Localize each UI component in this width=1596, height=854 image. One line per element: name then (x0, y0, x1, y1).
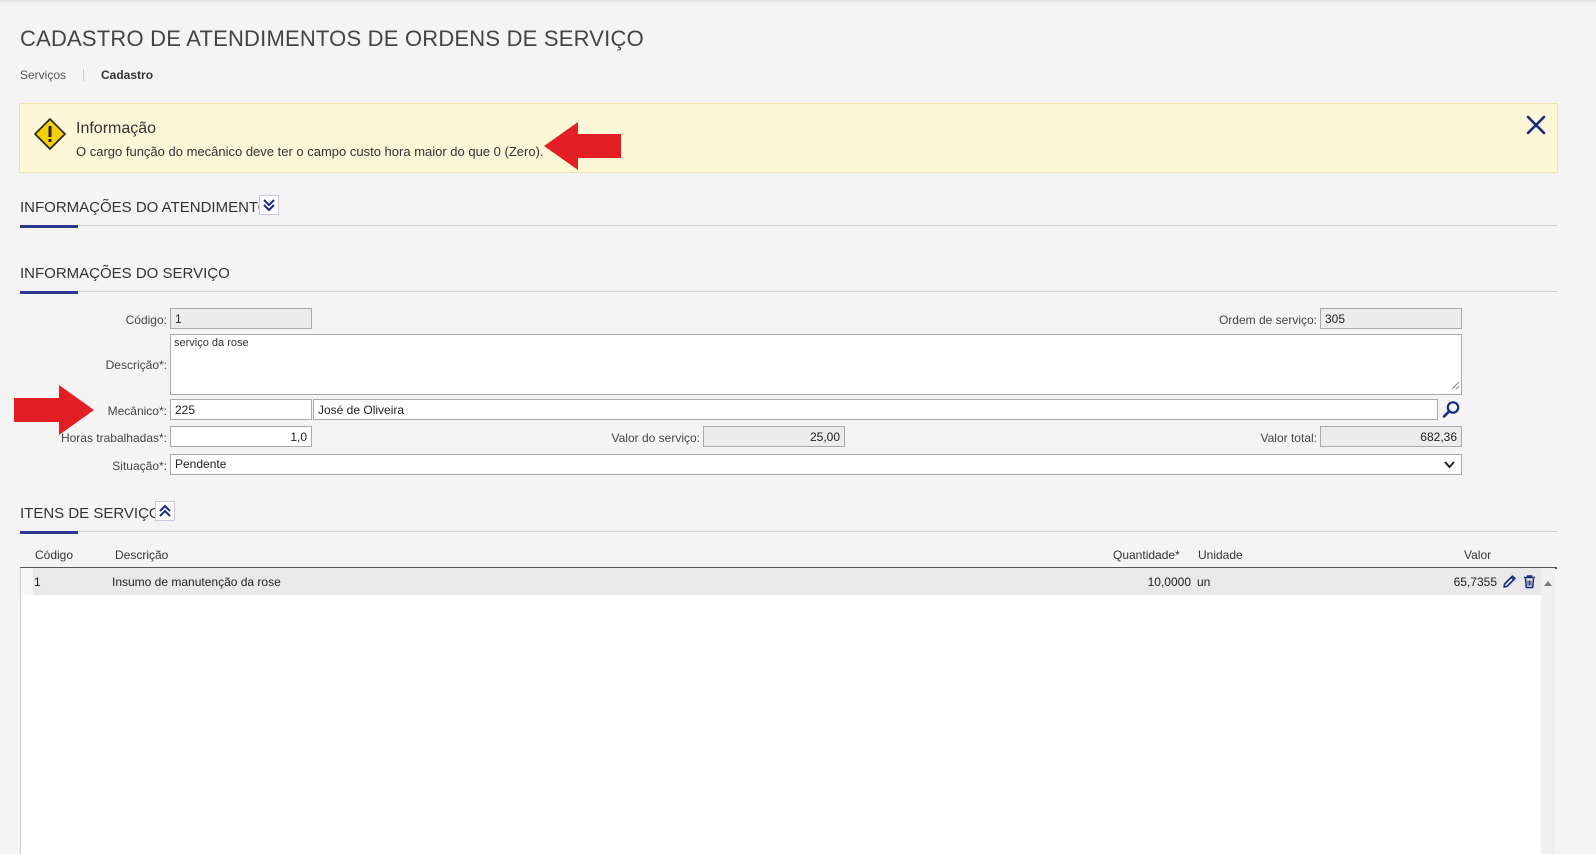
trash-icon[interactable] (1522, 574, 1537, 592)
row-indicator (21, 568, 33, 595)
codigo-field (170, 308, 312, 329)
page-title: CADASTRO DE ATENDIMENTOS DE ORDENS DE SE… (20, 26, 644, 51)
cell-codigo: 1 (34, 575, 41, 589)
info-alert: Informação O cargo função do mecânico de… (19, 103, 1558, 173)
expand-atendimento-button[interactable] (259, 195, 279, 215)
cell-valor: 65,7355 (1453, 575, 1497, 589)
resize-grip-icon[interactable] (1450, 380, 1460, 393)
table-scrollbar[interactable] (1541, 568, 1555, 854)
alert-message: O cargo função do mecânico deve ter o ca… (76, 144, 544, 159)
collapse-itens-button[interactable] (155, 501, 175, 521)
search-icon[interactable] (1442, 400, 1461, 424)
valor-total-label: Valor total: (1260, 431, 1317, 445)
warning-icon (34, 118, 66, 155)
red-arrow-annotation (544, 122, 622, 175)
section-itens-title: ITENS DE SERVIÇO (20, 505, 161, 522)
section-accent (20, 291, 78, 294)
breadcrumb-separator (83, 69, 85, 81)
valor-servico-field (703, 426, 845, 447)
situacao-value: Pendente (175, 457, 227, 471)
situacao-label: Situação*: (112, 459, 167, 473)
col-codigo[interactable]: Código (35, 548, 73, 562)
descricao-label: Descrição*: (105, 358, 167, 372)
breadcrumb-servicos[interactable]: Serviços (20, 68, 66, 82)
edit-icon[interactable] (1502, 574, 1517, 592)
breadcrumb: Serviços Cadastro (20, 68, 153, 82)
mecanico-code-input[interactable] (170, 399, 312, 420)
close-icon[interactable] (1525, 114, 1547, 136)
horas-input[interactable] (170, 426, 312, 447)
ordem-servico-label: Ordem de serviço: (1218, 313, 1317, 327)
mecanico-name-input[interactable] (313, 399, 1438, 420)
valor-total-field (1320, 426, 1462, 447)
ordem-servico-field (1320, 308, 1462, 329)
section-servico: INFORMAÇÕES DO SERVIÇO (20, 265, 1557, 294)
col-quantidade[interactable]: Quantidade* (1113, 548, 1180, 562)
descricao-text: serviço da rose (174, 337, 249, 349)
cell-unidade: un (1197, 575, 1211, 589)
cell-descricao: Insumo de manutenção da rose (112, 575, 281, 589)
items-table-header: Código Descrição Quantidade* Unidade Val… (20, 543, 1557, 569)
cell-quantidade: 10,0000 (1147, 575, 1191, 589)
scroll-up-icon[interactable] (1544, 573, 1552, 591)
double-chevron-up-icon (159, 504, 171, 517)
items-table-body: 1 Insumo de manutenção da rose 10,0000 u… (20, 568, 1542, 854)
valor-servico-label: Valor do serviço: (611, 431, 700, 445)
horas-label: Horas trabalhadas*: (60, 431, 167, 445)
col-descricao[interactable]: Descrição (115, 548, 168, 562)
mecanico-label: Mecânico*: (107, 404, 167, 418)
double-chevron-down-icon (263, 199, 275, 212)
col-valor[interactable]: Valor (1464, 548, 1491, 562)
breadcrumb-cadastro: Cadastro (101, 68, 154, 82)
section-accent (20, 225, 78, 228)
section-atendimento: INFORMAÇÕES DO ATENDIMENTO (20, 195, 1557, 228)
col-unidade[interactable]: Unidade (1198, 548, 1243, 562)
codigo-label: Código: (125, 313, 167, 327)
alert-title: Informação (76, 120, 157, 137)
section-accent (20, 531, 78, 534)
table-row[interactable]: 1 Insumo de manutenção da rose 10,0000 u… (21, 568, 1542, 595)
chevron-down-icon (1444, 459, 1455, 473)
section-atendimento-title: INFORMAÇÕES DO ATENDIMENTO (20, 199, 270, 216)
situacao-select[interactable]: Pendente (170, 454, 1462, 475)
top-border (0, 0, 1596, 2)
descricao-textarea[interactable]: serviço da rose (170, 334, 1462, 395)
section-itens: ITENS DE SERVIÇO (20, 501, 1557, 534)
section-servico-title: INFORMAÇÕES DO SERVIÇO (20, 265, 230, 282)
